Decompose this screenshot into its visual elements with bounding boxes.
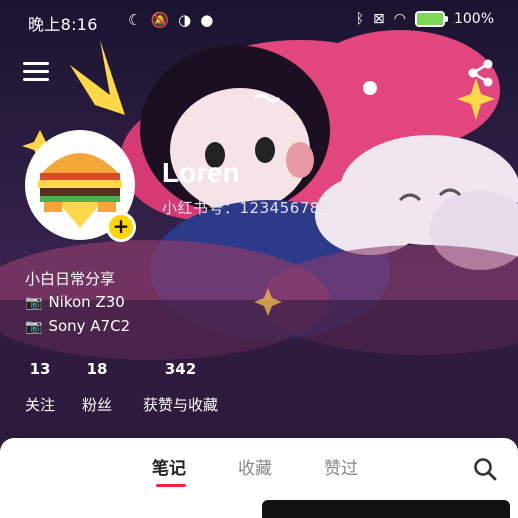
app-icon: ◑ [178, 11, 192, 29]
status-time: 晚上8:16 [28, 15, 98, 34]
tab-notes[interactable]: 笔记 [152, 454, 186, 479]
stat-value: 18 [86, 360, 108, 378]
moon-icon: ☾ [128, 11, 142, 29]
active-tab-indicator [156, 484, 186, 487]
stat-following[interactable]: 13 关注 [25, 360, 55, 415]
search-icon[interactable] [472, 456, 498, 482]
profile-bio: 小白日常分享 📷 Nikon Z30 📷 Sony A7C2 [25, 268, 130, 339]
tab-liked[interactable]: 赞过 [324, 454, 358, 479]
stat-value: 13 [29, 360, 51, 378]
status-bar: 晚上8:16 ☾ 🔕 ◑ ● ᛒ ⊠ ◠ 100% [0, 0, 518, 44]
camera-icon: 📷 [25, 295, 43, 311]
share-icon[interactable] [466, 58, 496, 88]
add-avatar-button[interactable]: + [106, 212, 136, 242]
bio-line: 小白日常分享 [25, 270, 116, 288]
hamburger-icon [23, 62, 49, 65]
bio-camera-1: 📷 Nikon Z30 [25, 293, 125, 311]
sim-icon: ⊠ [373, 11, 385, 27]
plus-icon: + [109, 215, 133, 239]
mute-icon: 🔕 [150, 11, 170, 29]
profile-name: Loren [162, 157, 240, 188]
stat-label: 关注 [25, 396, 56, 414]
menu-button[interactable] [23, 62, 49, 84]
stat-label: 获赞与收藏 [143, 396, 219, 414]
bio-camera-2: 📷 Sony A7C2 [25, 317, 131, 335]
note-card-left[interactable] [0, 506, 255, 518]
stat-value: 342 [164, 360, 197, 378]
stat-likes-collections[interactable]: 342 获赞与收藏 [143, 360, 218, 415]
battery-charging-icon [414, 11, 448, 27]
wifi-icon: ◠ [393, 11, 406, 27]
stat-fans[interactable]: 18 粉丝 [82, 360, 112, 415]
stat-label: 粉丝 [82, 396, 113, 414]
camera-icon: 📷 [25, 319, 43, 335]
note-card-right[interactable] [262, 500, 510, 518]
battery-percent: 100% [453, 11, 494, 27]
profile-red-id: 小红书号：123456789 [162, 199, 330, 217]
tab-collections[interactable]: 收藏 [238, 454, 272, 479]
content-sheet: 笔记 收藏 赞过 [0, 438, 518, 518]
cloud-icon: ● [200, 11, 214, 29]
bluetooth-icon: ᛒ [355, 11, 365, 27]
